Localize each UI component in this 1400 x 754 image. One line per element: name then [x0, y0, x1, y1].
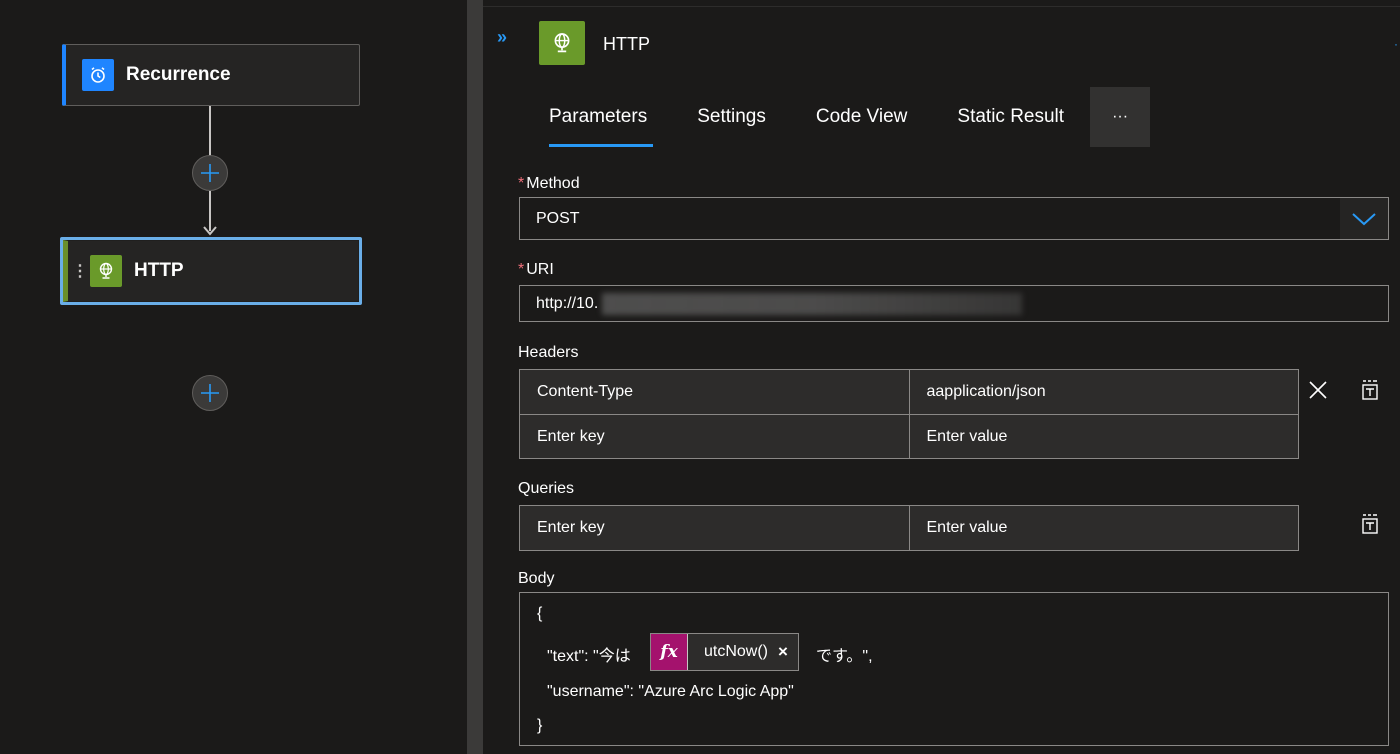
required-marker: * [518, 175, 525, 192]
expression-token[interactable]: fx utcNow() × [650, 633, 799, 671]
query-key-input[interactable]: Enter key [520, 506, 909, 550]
header-indicator: · [1394, 37, 1398, 51]
function-icon: fx [651, 634, 687, 670]
required-marker: * [518, 261, 525, 278]
table-row: Enter key Enter value [520, 506, 1298, 550]
tab-code-view[interactable]: Code View [806, 87, 918, 147]
headers-label: Headers [518, 344, 579, 361]
method-label-text: Method [526, 175, 580, 192]
queries-table: Enter key Enter value [519, 505, 1299, 551]
switch-to-text-mode-icon[interactable] [1357, 511, 1383, 537]
uri-label: * URI [518, 261, 554, 279]
body-close-brace: } [537, 717, 543, 734]
tab-settings[interactable]: Settings [687, 87, 776, 147]
body-text-prefix: "text": "今は [547, 648, 631, 665]
headers-table: Content-Type aapplication/json Enter key… [519, 369, 1299, 459]
header-key-input[interactable]: Content-Type [520, 370, 909, 414]
connector-line [209, 191, 211, 231]
collapse-panel-button[interactable]: » [497, 27, 507, 48]
connector-line [209, 106, 211, 158]
action-details-panel: » HTTP · Parameters Settings Code View S… [483, 6, 1400, 754]
panel-title[interactable]: HTTP [603, 34, 650, 55]
body-editor[interactable]: { "text": "今は fx utcNow() × です。", "usern… [519, 592, 1389, 746]
tab-parameters[interactable]: Parameters [539, 87, 657, 147]
recurrence-trigger-card[interactable]: Recurrence [62, 44, 360, 106]
table-row: Enter key Enter value [520, 414, 1298, 458]
panel-tabs: Parameters Settings Code View Static Res… [539, 87, 1151, 147]
globe-icon [90, 255, 122, 287]
queries-label: Queries [518, 480, 575, 497]
drag-handle-icon[interactable]: ⋮ [72, 261, 88, 281]
body-label: Body [518, 570, 555, 587]
header-value-input[interactable]: Enter value [908, 415, 1298, 458]
connector-arrow-icon [203, 226, 217, 236]
add-step-button[interactable] [192, 375, 228, 411]
chevron-down-icon[interactable] [1340, 198, 1388, 239]
close-icon[interactable] [1305, 377, 1331, 403]
more-tabs-button[interactable]: ··· [1090, 87, 1151, 147]
alarm-clock-icon [82, 59, 114, 91]
panel-splitter[interactable] [467, 0, 483, 754]
uri-label-text: URI [526, 261, 554, 278]
query-value-input[interactable]: Enter value [908, 506, 1298, 550]
body-text-suffix: です。", [816, 648, 873, 665]
header-key-input[interactable]: Enter key [520, 415, 909, 458]
remove-token-button[interactable]: × [778, 642, 788, 662]
uri-value: http://10. [536, 294, 599, 312]
uri-input[interactable]: http://10. [519, 285, 1389, 322]
method-label: * Method [518, 175, 580, 193]
token-name: utcNow() [704, 643, 769, 660]
redacted-text [602, 292, 1023, 315]
http-label: HTTP [134, 260, 184, 281]
designer-canvas: Recurrence ⋮ HTTP [0, 0, 467, 754]
body-open-brace: { [537, 605, 543, 622]
globe-icon [539, 21, 585, 65]
body-username-line: "username": "Azure Arc Logic App" [547, 683, 794, 700]
method-dropdown[interactable]: POST [519, 197, 1389, 240]
http-action-card[interactable]: ⋮ HTTP [60, 237, 362, 305]
table-row: Content-Type aapplication/json [520, 370, 1298, 414]
add-step-button[interactable] [192, 155, 228, 191]
switch-to-text-mode-icon[interactable] [1357, 377, 1383, 403]
panel-header: » HTTP · [483, 7, 1400, 77]
method-value: POST [536, 209, 580, 227]
recurrence-label: Recurrence [126, 64, 231, 85]
tab-static-result[interactable]: Static Result [947, 87, 1074, 147]
header-value-input[interactable]: aapplication/json [908, 370, 1298, 414]
